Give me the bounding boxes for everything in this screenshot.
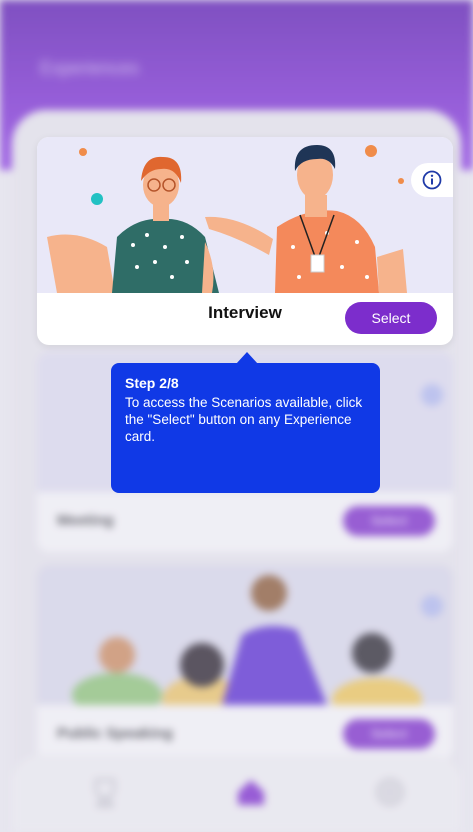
- experience-card-interview[interactable]: Interview Select: [37, 137, 453, 345]
- tooltip-step: Step 2/8: [125, 375, 179, 391]
- info-button[interactable]: [411, 163, 453, 197]
- info-icon: [422, 170, 442, 190]
- select-button[interactable]: Select: [345, 302, 437, 334]
- interview-illustration: [37, 137, 453, 293]
- onboarding-tooltip[interactable]: Step 2/8 To access the Scenarios availab…: [111, 363, 380, 493]
- tooltip-text: To access the Scenarios available, click…: [125, 395, 363, 444]
